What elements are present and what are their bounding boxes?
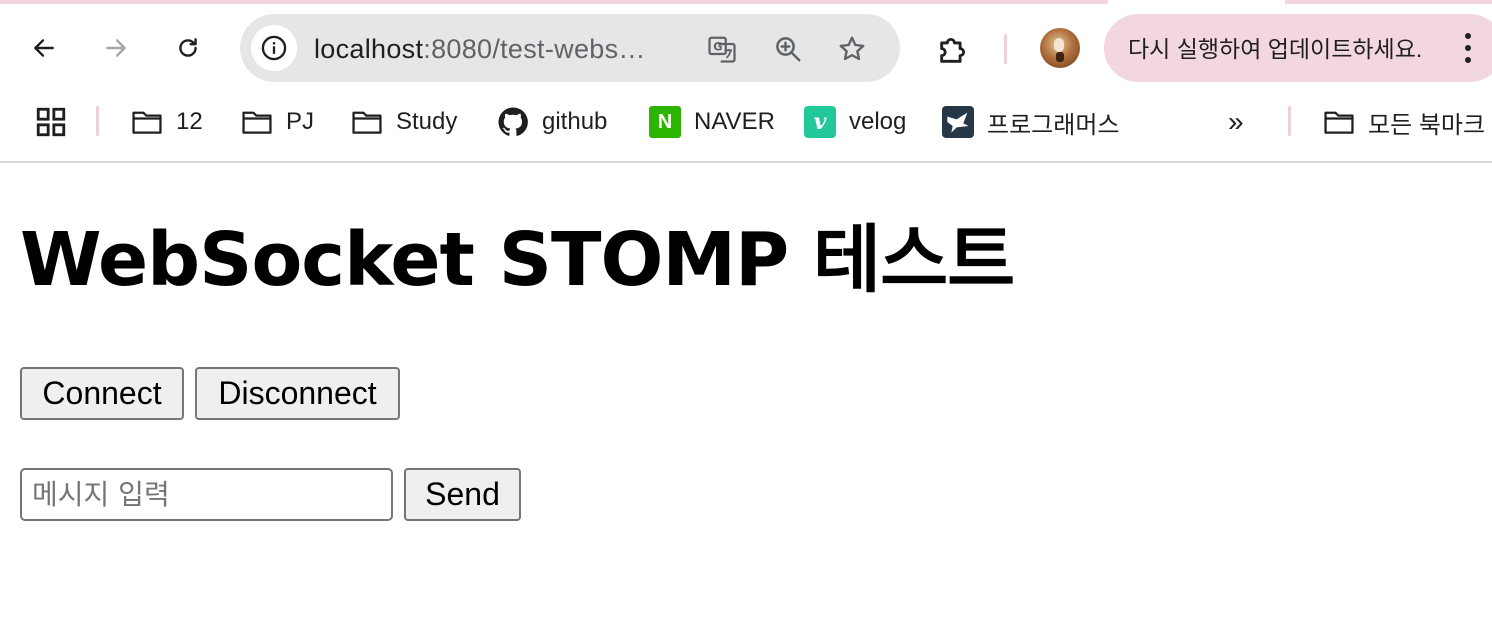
naver-icon: N: [648, 105, 682, 139]
url-text[interactable]: localhost:8080/test-webs…: [314, 34, 646, 64]
bookmark-folder-study[interactable]: Study: [350, 104, 457, 140]
folder-icon: [130, 105, 164, 139]
address-bar[interactable]: localhost:8080/test-webs… G: [240, 14, 900, 82]
message-input[interactable]: [20, 468, 393, 521]
bookmark-velog[interactable]: v velog: [803, 104, 906, 140]
tab-strip-accent: [0, 0, 1492, 4]
site-info-button[interactable]: [251, 25, 297, 71]
bookmark-label: Study: [396, 108, 458, 135]
kebab-menu-icon[interactable]: [1454, 30, 1482, 66]
connect-button[interactable]: Connect: [20, 367, 184, 420]
arrow-left-icon: [34, 39, 54, 57]
bookmarks-overflow-button[interactable]: »: [1228, 104, 1244, 140]
info-icon: [261, 35, 287, 61]
bookmark-label: github: [542, 108, 608, 135]
svg-text:G: G: [713, 40, 722, 53]
bookmark-label: PJ: [286, 108, 315, 135]
bookmark-folder-pj[interactable]: PJ: [240, 104, 314, 140]
profile-avatar[interactable]: [1040, 28, 1080, 68]
puzzle-icon: [940, 37, 966, 63]
bookmark-naver[interactable]: N NAVER: [648, 104, 775, 140]
bookmarks-divider-right: [1288, 106, 1291, 136]
update-button[interactable]: 다시 실행하여 업데이트하세요.: [1104, 14, 1492, 82]
bookmark-label: velog: [849, 108, 907, 135]
apps-button[interactable]: [34, 104, 68, 140]
bookmark-label: 12: [176, 108, 203, 135]
zoom-button[interactable]: [770, 31, 806, 67]
reload-button[interactable]: [168, 28, 208, 68]
star-icon: [839, 36, 865, 61]
extensions-button[interactable]: [933, 30, 973, 70]
page-title: WebSocket STOMP 테스트: [20, 217, 1015, 303]
send-button[interactable]: Send: [404, 468, 521, 521]
bookmarks-divider: [96, 106, 99, 136]
browser-toolbar: localhost:8080/test-webs… G 다시 실행하여 업데이트…: [0, 8, 1492, 88]
all-bookmarks-folder[interactable]: 모든 북마크: [1322, 104, 1485, 140]
bookmark-label: 프로그래머스: [987, 111, 1120, 139]
programmers-icon: [941, 105, 975, 139]
forward-button[interactable]: [96, 28, 136, 68]
translate-button[interactable]: G: [704, 31, 740, 67]
folder-icon: [240, 105, 274, 139]
folder-icon: [350, 105, 384, 139]
url-path: :8080/test-webs…: [423, 34, 646, 64]
chevron-double-right-icon: »: [1228, 106, 1244, 137]
translate-icon: G: [708, 36, 736, 63]
bookmark-label: NAVER: [694, 108, 775, 135]
update-notice-text: 다시 실행하여 업데이트하세요.: [1128, 36, 1423, 62]
arrow-right-icon: [106, 39, 126, 57]
disconnect-button[interactable]: Disconnect: [195, 367, 400, 420]
bookmark-star-button[interactable]: [834, 31, 870, 67]
reload-icon: [179, 38, 197, 57]
zoom-icon: [776, 37, 801, 62]
back-button[interactable]: [24, 28, 64, 68]
bookmarks-bar: 12 PJ Study github N NAVER v velog 프로그래머…: [0, 94, 1492, 150]
folder-icon: [1322, 105, 1356, 139]
github-icon: [496, 105, 530, 139]
apps-grid-icon: [34, 105, 68, 139]
velog-icon: v: [803, 105, 837, 139]
browser-chrome: localhost:8080/test-webs… G 다시 실행하여 업데이트…: [0, 0, 1492, 163]
url-host: localhost: [314, 34, 424, 64]
all-bookmarks-label: 모든 북마크: [1368, 111, 1486, 139]
bookmark-github[interactable]: github: [496, 104, 607, 140]
bookmark-folder-12[interactable]: 12: [130, 104, 203, 140]
bookmark-programmers[interactable]: 프로그래머스: [941, 104, 1119, 140]
toolbar-divider: [1004, 34, 1007, 64]
